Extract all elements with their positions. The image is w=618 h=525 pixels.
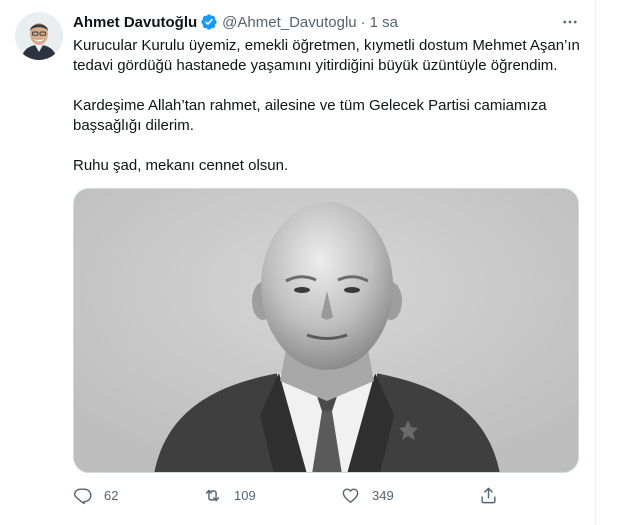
reply-icon [73, 487, 92, 504]
retweet-button[interactable]: 109 [203, 484, 256, 506]
tweet-actions: 62 109 349 [73, 484, 513, 506]
retweet-icon [205, 489, 220, 501]
portrait-image [74, 189, 578, 472]
tweet-paragraph: Kardeşime Allah’tan rahmet, ailesine ve … [73, 97, 547, 134]
tweet-header: Ahmet Davutoğlu @Ahmet_Davutoglu · 1 sa [73, 12, 398, 32]
tweet-photo[interactable] [73, 188, 579, 473]
more-icon[interactable] [558, 12, 582, 32]
tweet[interactable]: Ahmet Davutoğlu @Ahmet_Davutoglu · 1 sa … [0, 0, 596, 525]
author-name[interactable]: Ahmet Davutoğlu [73, 14, 197, 31]
share-button[interactable] [479, 484, 498, 506]
like-icon [342, 487, 359, 503]
avatar-photo [15, 12, 63, 60]
avatar[interactable] [15, 12, 63, 60]
reply-button[interactable]: 62 [73, 484, 118, 506]
retweet-count: 109 [234, 487, 256, 503]
share-icon [481, 487, 496, 503]
header-separator: · [360, 13, 366, 31]
tweet-timestamp[interactable]: 1 sa [370, 14, 398, 31]
tweet-text: Kurucular Kurulu üyemiz, emekli öğretmen… [73, 36, 589, 196]
reply-count: 62 [104, 487, 119, 503]
like-count: 349 [372, 487, 394, 503]
like-button[interactable]: 349 [341, 484, 394, 506]
page-gutter [597, 0, 618, 525]
tweet-paragraph: Ruhu şad, mekanı cennet olsun. [73, 157, 289, 174]
tweet-paragraph: Kurucular Kurulu üyemiz, emekli öğretmen… [73, 37, 580, 74]
author-handle[interactable]: @Ahmet_Davutoglu [222, 14, 356, 31]
verified-badge-icon [200, 13, 218, 31]
